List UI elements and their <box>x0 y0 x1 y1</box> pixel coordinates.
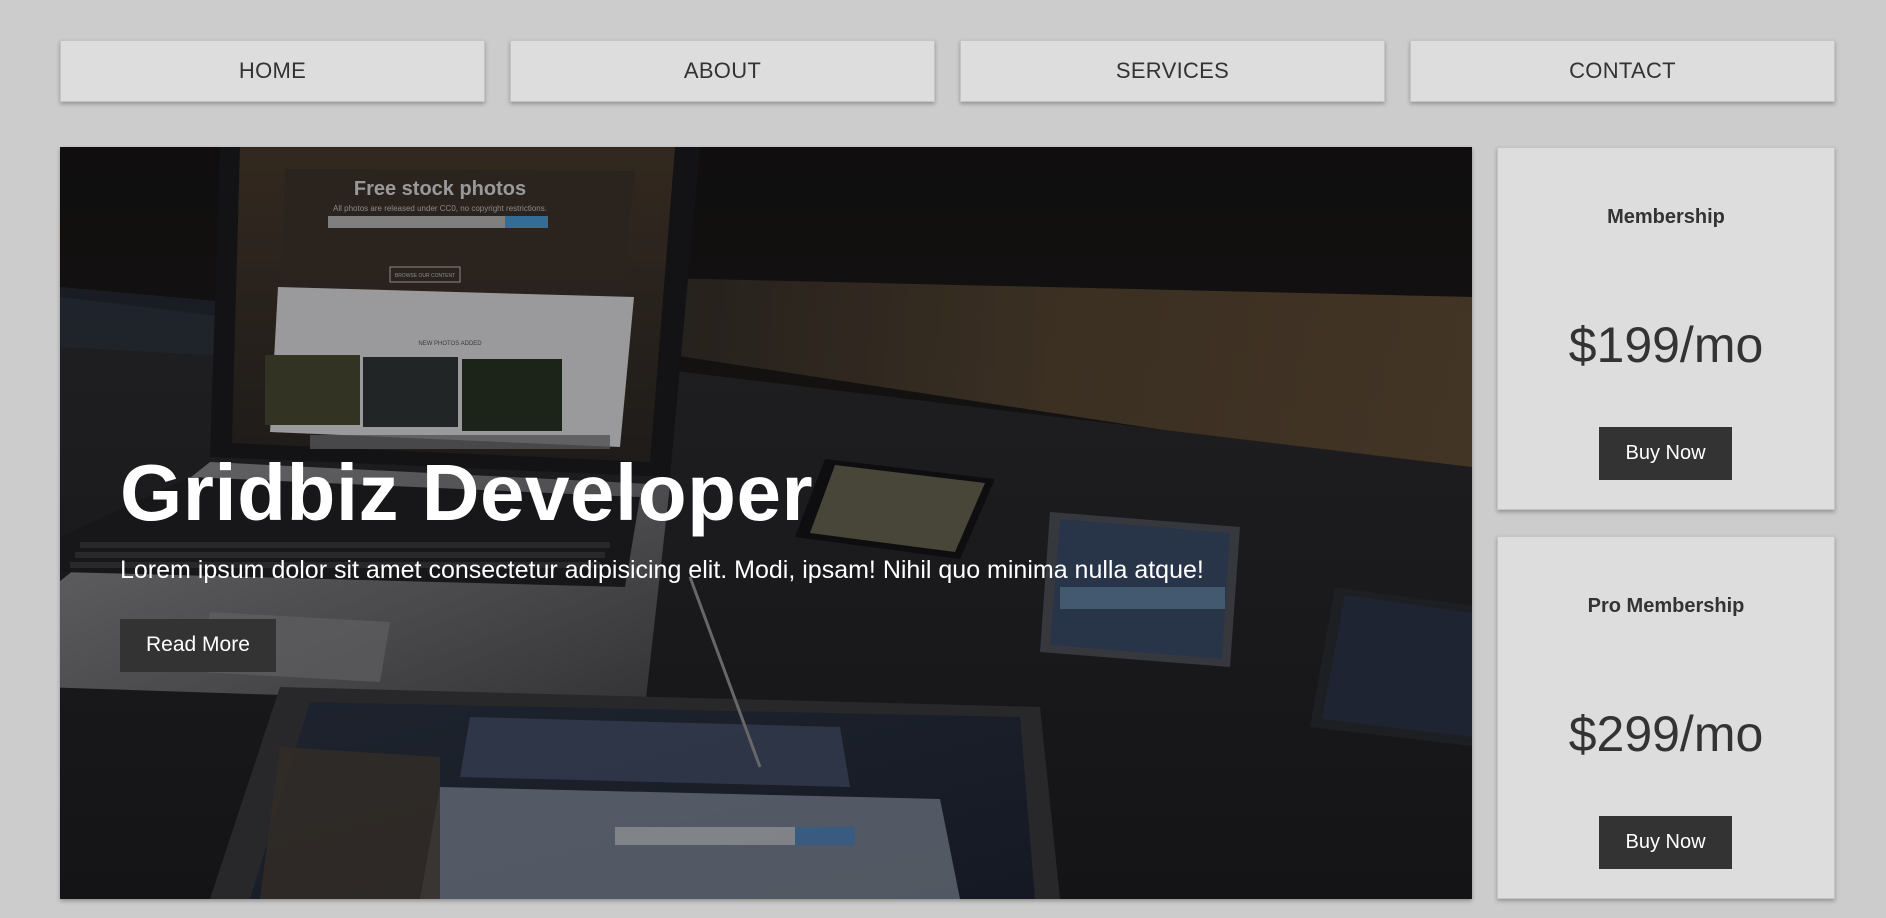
card-price: $199/mo <box>1568 317 1764 373</box>
hero-description: Lorem ipsum dolor sit amet consectetur a… <box>120 556 1204 584</box>
hero-content: Gridbiz Developer Lorem ipsum dolor sit … <box>120 453 1432 672</box>
nav-services[interactable]: SERVICES <box>960 40 1385 102</box>
card-price: $299/mo <box>1568 706 1764 762</box>
nav-contact[interactable]: CONTACT <box>1410 40 1835 102</box>
main-nav: HOME ABOUT SERVICES CONTACT <box>60 40 1835 102</box>
buy-now-button[interactable]: Buy Now <box>1599 816 1732 869</box>
nav-home[interactable]: HOME <box>60 40 485 102</box>
hero-title: Gridbiz Developer <box>120 448 814 537</box>
membership-card: Membership $199/mo Buy Now <box>1497 147 1835 510</box>
hero-showcase: Free stock photos All photos are release… <box>60 147 1472 899</box>
read-more-button[interactable]: Read More <box>120 619 276 672</box>
buy-now-button[interactable]: Buy Now <box>1599 427 1732 480</box>
pro-membership-card: Pro Membership $299/mo Buy Now <box>1497 536 1835 899</box>
card-title: Membership <box>1607 206 1725 228</box>
card-title: Pro Membership <box>1587 595 1745 617</box>
nav-about[interactable]: ABOUT <box>510 40 935 102</box>
